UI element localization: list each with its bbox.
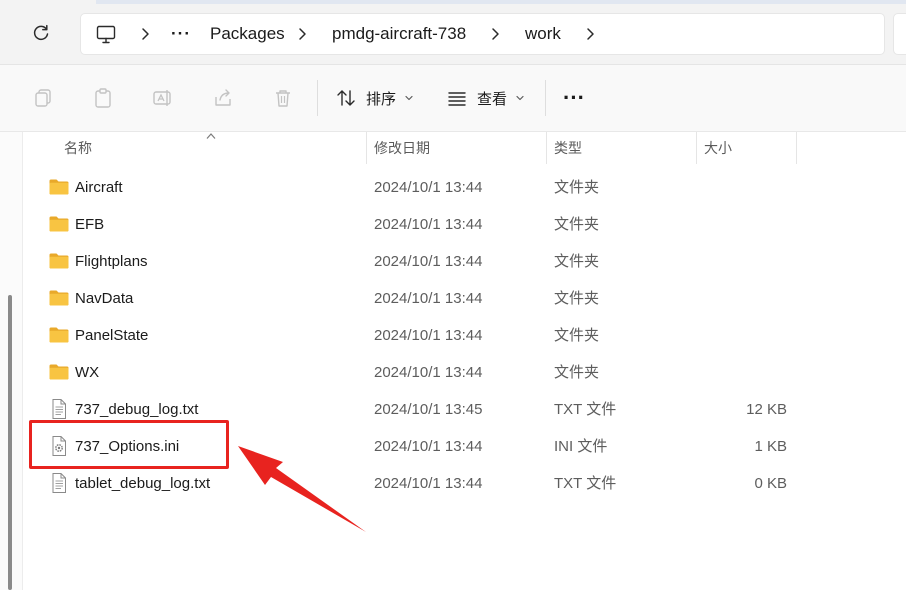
view-icon — [448, 92, 466, 106]
text-file-icon — [48, 473, 70, 493]
file-date: 2024/10/1 13:44 — [374, 475, 483, 492]
column-header-name[interactable]: 名称 — [64, 132, 92, 164]
breadcrumb-chevron-icon[interactable] — [583, 26, 597, 42]
breadcrumb-chevron-icon[interactable] — [488, 26, 502, 42]
text-file-icon — [48, 399, 70, 419]
annotation-highlight-box — [29, 420, 229, 469]
file-name: Aircraft — [75, 179, 123, 196]
file-size: 1 KB — [754, 438, 787, 455]
file-size: 12 KB — [746, 401, 787, 418]
more-icon: ··· — [563, 85, 585, 110]
file-type: 文件夹 — [554, 179, 600, 196]
rename-icon[interactable] — [150, 85, 176, 111]
file-row-navdata[interactable]: NavData 2024/10/1 13:44 文件夹 — [24, 280, 906, 317]
folder-icon — [48, 177, 70, 197]
file-date: 2024/10/1 13:44 — [374, 327, 483, 344]
sort-button[interactable]: 排序 — [335, 83, 414, 113]
paste-icon[interactable] — [90, 85, 116, 111]
file-name: PanelState — [75, 327, 149, 344]
file-date: 2024/10/1 13:44 — [374, 216, 483, 233]
folder-icon — [48, 325, 70, 345]
file-row-aircraft[interactable]: Aircraft 2024/10/1 13:44 文件夹 — [24, 169, 906, 206]
column-divider[interactable] — [796, 132, 797, 164]
file-row-panelstate[interactable]: PanelState 2024/10/1 13:44 文件夹 — [24, 317, 906, 354]
breadcrumb-chevron-icon[interactable] — [138, 26, 152, 42]
sort-label: 排序 — [366, 90, 397, 108]
scrollbar-thumb[interactable] — [8, 295, 12, 590]
refresh-icon — [33, 24, 49, 41]
folder-icon — [48, 251, 70, 271]
refresh-button[interactable] — [26, 18, 56, 48]
file-date: 2024/10/1 13:44 — [374, 438, 483, 455]
toolbar-divider — [545, 80, 546, 116]
breadcrumb-pmdg-aircraft-738[interactable]: pmdg-aircraft-738 — [332, 14, 466, 54]
toolbar-divider — [317, 80, 318, 116]
file-name: EFB — [75, 216, 105, 233]
file-date: 2024/10/1 13:44 — [374, 290, 483, 307]
share-icon[interactable] — [210, 85, 236, 111]
file-type: TXT 文件 — [554, 401, 617, 418]
chevron-down-icon — [405, 95, 413, 101]
vertical-scrollbar[interactable] — [0, 132, 23, 590]
address-bar: ··· Packages pmdg-aircraft-738 work — [0, 0, 906, 65]
chevron-down-icon — [516, 95, 524, 101]
file-type: 文件夹 — [554, 290, 600, 307]
file-date: 2024/10/1 13:45 — [374, 401, 483, 418]
more-options-button[interactable]: ··· — [563, 83, 585, 113]
sort-icon — [337, 90, 355, 106]
file-name: tablet_debug_log.txt — [75, 475, 211, 492]
view-label: 查看 — [477, 90, 508, 108]
breadcrumb-work[interactable]: work — [525, 14, 561, 54]
folder-icon — [48, 214, 70, 234]
command-bar: 排序 查看 ··· — [0, 65, 906, 132]
copy-icon[interactable] — [30, 85, 56, 111]
this-pc-icon[interactable] — [95, 23, 117, 45]
file-row-flightplans[interactable]: Flightplans 2024/10/1 13:44 文件夹 — [24, 243, 906, 280]
file-row-tablet-debug-log[interactable]: tablet_debug_log.txt 2024/10/1 13:44 TXT… — [24, 465, 906, 502]
file-name: WX — [75, 364, 100, 381]
file-date: 2024/10/1 13:44 — [374, 364, 483, 381]
delete-icon[interactable] — [270, 85, 296, 111]
file-type: 文件夹 — [554, 364, 600, 381]
breadcrumb-packages[interactable]: Packages — [210, 14, 285, 54]
file-type: 文件夹 — [554, 216, 600, 233]
column-divider[interactable] — [696, 132, 697, 164]
breadcrumb-chevron-icon[interactable] — [295, 26, 309, 42]
file-list-pane: 名称 修改日期 类型 大小 Aircraft 2024/10/1 13:44 文… — [0, 132, 906, 590]
file-type: INI 文件 — [554, 438, 608, 455]
title-bar-strip — [96, 0, 906, 4]
file-name: NavData — [75, 290, 134, 307]
file-date: 2024/10/1 13:44 — [374, 179, 483, 196]
file-type: 文件夹 — [554, 327, 600, 344]
file-name: Flightplans — [75, 253, 148, 270]
file-size: 0 KB — [754, 475, 787, 492]
address-box[interactable]: ··· Packages pmdg-aircraft-738 work — [80, 13, 885, 55]
column-header-date[interactable]: 修改日期 — [374, 132, 430, 164]
file-type: 文件夹 — [554, 253, 600, 270]
file-row-efb[interactable]: EFB 2024/10/1 13:44 文件夹 — [24, 206, 906, 243]
column-divider[interactable] — [366, 132, 367, 164]
view-button[interactable]: 查看 — [446, 83, 525, 113]
folder-icon — [48, 362, 70, 382]
column-divider[interactable] — [546, 132, 547, 164]
column-header-type[interactable]: 类型 — [554, 132, 582, 164]
folder-icon — [48, 288, 70, 308]
sort-ascending-icon — [206, 133, 216, 139]
breadcrumb-overflow-button[interactable]: ··· — [171, 14, 191, 54]
file-type: TXT 文件 — [554, 475, 617, 492]
file-row-wx[interactable]: WX 2024/10/1 13:44 文件夹 — [24, 354, 906, 391]
column-header-size[interactable]: 大小 — [704, 132, 732, 164]
search-box[interactable] — [893, 13, 906, 55]
file-date: 2024/10/1 13:44 — [374, 253, 483, 270]
